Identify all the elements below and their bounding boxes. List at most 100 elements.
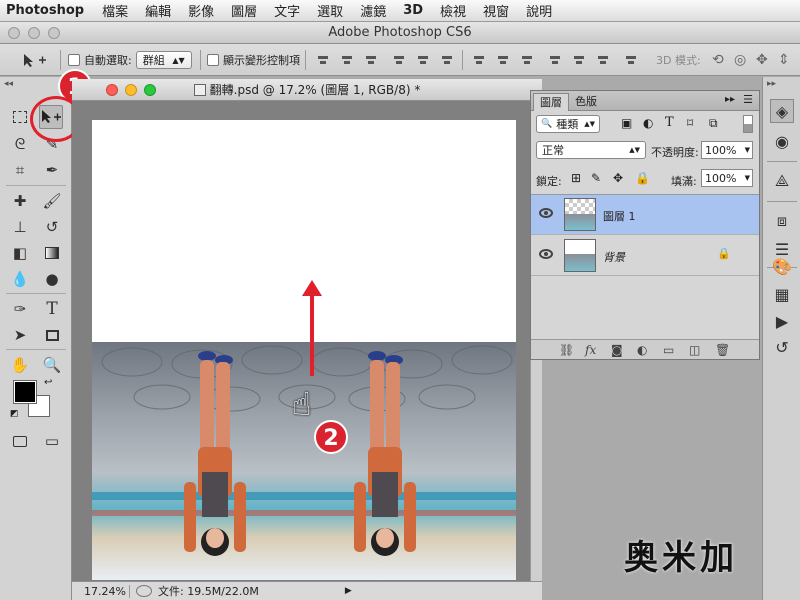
3d-rotate-icon[interactable]: ⟲ [712,44,724,76]
menu-edit[interactable]: 編輯 [145,1,171,20]
channels-panel-icon[interactable]: ◉ [770,129,794,153]
layer-name[interactable]: 圖層 1 [603,208,636,224]
zoom-window-button[interactable] [48,27,60,39]
3d-roll-icon[interactable]: ◎ [734,44,746,76]
history-brush-tool[interactable]: ↺ [40,215,64,239]
menu-type[interactable]: 文字 [274,1,300,20]
move-tool-preset[interactable] [22,44,48,76]
close-window-button[interactable] [8,27,20,39]
menu-file[interactable]: 檔案 [102,1,128,20]
new-layer-icon[interactable]: ◫ [689,343,700,357]
status-info-icon[interactable] [136,585,152,597]
status-menu-arrow-icon[interactable]: ▶ [345,586,352,596]
distribute-left-icon[interactable] [548,53,562,67]
delete-layer-icon[interactable]: 🗑 [715,343,730,357]
doc-zoom-button[interactable] [144,84,156,96]
history-panel-icon[interactable]: ↺ [770,335,794,359]
menu-image[interactable]: 影像 [188,1,214,20]
color-panel-icon[interactable]: 🎨 [770,254,794,278]
healing-brush-tool[interactable]: ✚ [8,189,32,213]
panel-expand-icon[interactable]: ▸▸ [725,94,735,105]
default-colors-icon[interactable]: ◩ [10,409,19,419]
auto-select-checkbox[interactable] [68,54,80,66]
visibility-eye-icon[interactable] [539,249,553,259]
fill-input[interactable]: 100% ▼ [701,169,753,187]
pen-tool[interactable]: ✑ [8,297,32,321]
menu-filter[interactable]: 濾鏡 [360,1,386,20]
hand-tool[interactable]: ✋ [8,353,32,377]
menu-layer[interactable]: 圖層 [231,1,257,20]
distribute-hcenter-icon[interactable] [572,53,586,67]
path-select-tool[interactable]: ➤ [8,323,32,347]
eyedropper-tool[interactable]: ✒ [40,158,64,182]
filter-smart-icon[interactable]: ⧉ [709,116,718,131]
lock-all-icon[interactable]: 🔒 [635,171,650,185]
brush-tool[interactable]: 🖌 [40,189,64,213]
align-hcenter-icon[interactable] [416,53,430,67]
align-top-icon[interactable] [316,53,330,67]
link-layers-icon[interactable]: ⛓ [559,343,574,357]
layer-style-fx-icon[interactable]: fx [585,343,596,357]
auto-select-dropdown[interactable]: 群組 ▲▼ [135,51,192,69]
filter-adjust-icon[interactable]: ◐ [643,116,653,130]
foreground-color-swatch[interactable] [13,380,37,404]
align-left-icon[interactable] [392,53,406,67]
tab-layers[interactable]: 圖層 [533,93,569,111]
zoom-tool[interactable]: 🔍 [40,353,64,377]
distribute-bottom-icon[interactable] [520,53,534,67]
doc-minimize-button[interactable] [125,84,137,96]
canvas[interactable]: ☝ 2 [92,120,516,580]
menu-view[interactable]: 檢視 [440,1,466,20]
clone-stamp-tool[interactable]: ⊥ [8,215,32,239]
align-bottom-icon[interactable] [364,53,378,67]
distribute-top-icon[interactable] [472,53,486,67]
swap-colors-icon[interactable]: ↩ [44,377,52,388]
menu-app-name[interactable]: Photoshop [6,3,84,18]
minimize-window-button[interactable] [28,27,40,39]
menu-window[interactable]: 視窗 [483,1,509,20]
filter-toggle[interactable] [743,115,753,133]
distribute-right-icon[interactable] [596,53,610,67]
shape-tool[interactable] [40,323,64,347]
gradient-tool[interactable] [40,241,64,265]
new-group-icon[interactable]: ▭ [663,343,674,357]
blur-tool[interactable]: 💧 [8,267,32,291]
blend-mode-dropdown[interactable]: 正常 ▲▼ [536,141,646,159]
lock-image-icon[interactable]: ✎ [591,171,601,185]
adjustment-layer-icon[interactable]: ◐ [637,343,647,357]
3d-panel-icon[interactable]: ⧈ [770,209,794,233]
menu-select[interactable]: 選取 [317,1,343,20]
filter-pixel-icon[interactable]: ▣ [621,116,632,130]
opacity-input[interactable]: 100% ▼ [701,141,753,159]
layer-filter-dropdown[interactable]: 🔍 種類 ▲▼ [536,115,600,133]
actions-play-icon[interactable]: ▶ [770,309,794,333]
align-right-icon[interactable] [440,53,454,67]
tab-channels[interactable]: 色版 [569,93,603,111]
marquee-tool[interactable] [8,105,32,129]
quick-mask-button[interactable] [8,429,32,453]
layer-mask-icon[interactable]: ◙ [611,343,623,357]
auto-align-icon[interactable] [624,53,638,67]
filter-type-icon[interactable]: T [665,115,674,130]
lasso-tool[interactable]: ᘓ [8,132,32,156]
doc-close-button[interactable] [106,84,118,96]
crop-tool[interactable]: ⌗ [8,158,32,182]
collapse-toolbox-icon[interactable]: ◂◂ [4,79,13,89]
dock-collapse-icon[interactable]: ▸▸ [767,79,776,89]
type-tool[interactable]: T [40,297,64,321]
zoom-level[interactable]: 17.24% [72,584,130,598]
menu-help[interactable]: 說明 [526,1,552,20]
filter-shape-icon[interactable]: ⌑ [687,116,693,130]
lock-position-icon[interactable]: ✥ [613,171,623,185]
panel-menu-icon[interactable]: ☰ [743,93,753,106]
eraser-tool[interactable]: ◧ [8,241,32,265]
align-vcenter-icon[interactable] [340,53,354,67]
layer-row[interactable]: 背景 🔒 [531,236,759,276]
layer-name[interactable]: 背景 [603,249,625,265]
layer-row[interactable]: 圖層 1 [531,195,759,235]
lock-transparent-icon[interactable]: ⊞ [571,171,581,185]
screen-mode-button[interactable]: ▭ [40,429,64,453]
menu-3d[interactable]: 3D [403,3,423,18]
show-transform-checkbox[interactable] [207,54,219,66]
3d-drag-icon[interactable]: ✥ [756,44,768,76]
